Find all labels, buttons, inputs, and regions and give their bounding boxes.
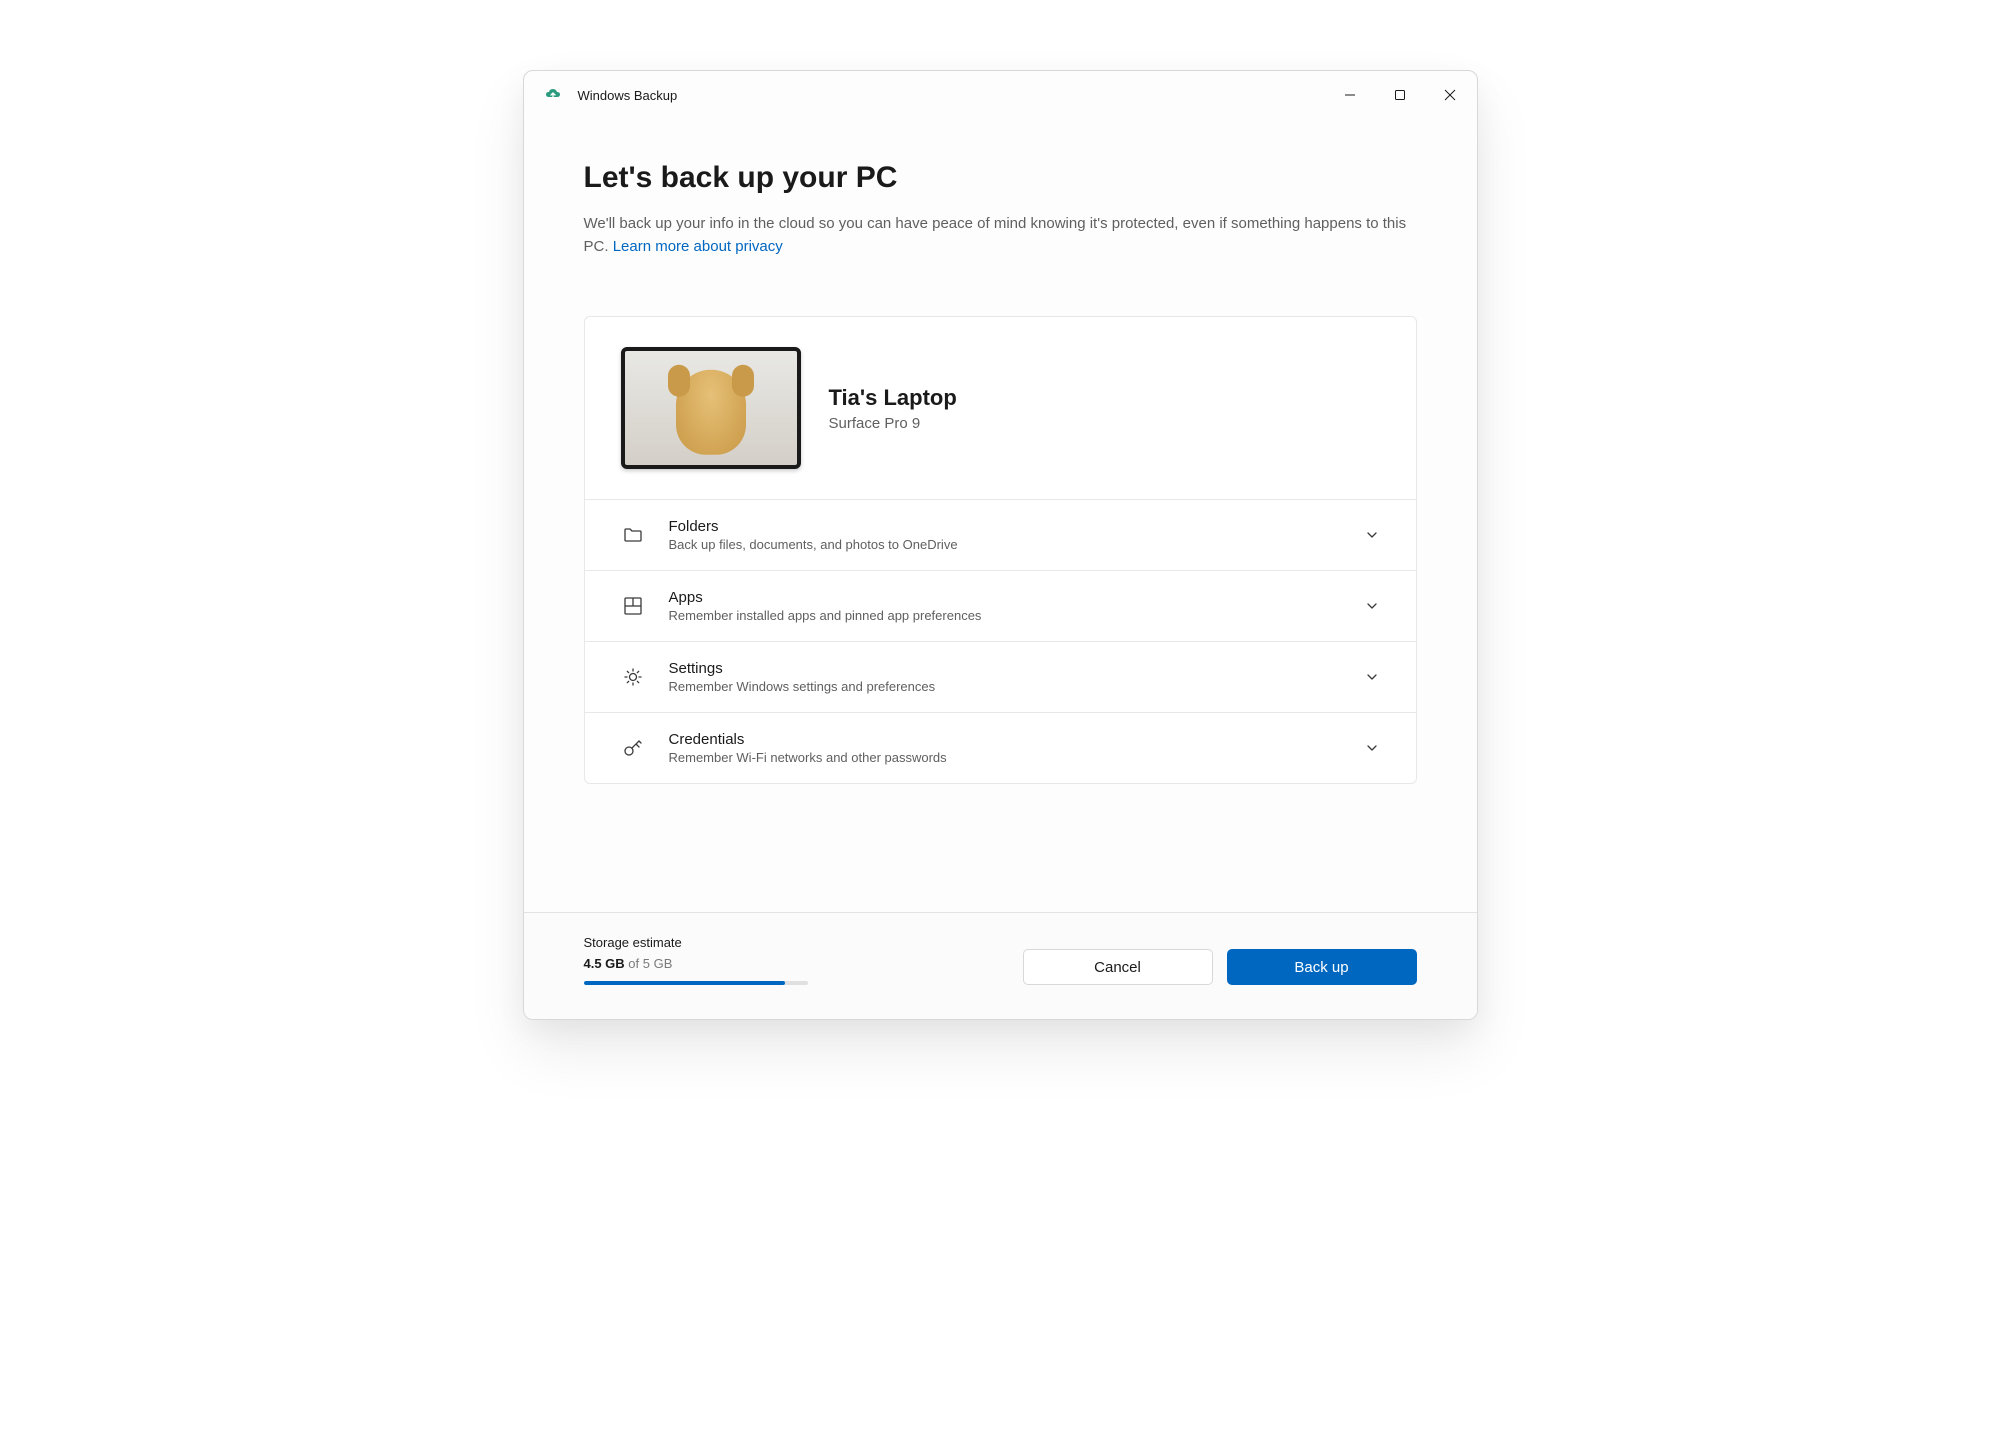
backup-button[interactable]: Back up xyxy=(1227,949,1417,985)
folder-icon xyxy=(621,523,645,547)
chevron-down-icon xyxy=(1364,527,1380,543)
device-thumbnail xyxy=(621,347,801,469)
storage-used: 4.5 GB xyxy=(584,956,625,971)
device-header: Tia's Laptop Surface Pro 9 xyxy=(585,317,1416,499)
window-controls xyxy=(1325,71,1475,119)
section-desc: Remember Wi-Fi networks and other passwo… xyxy=(669,750,1340,765)
storage-label: Storage estimate xyxy=(584,935,808,950)
section-apps[interactable]: Apps Remember installed apps and pinned … xyxy=(585,570,1416,641)
gear-icon xyxy=(621,665,645,689)
storage-section: Storage estimate 4.5 GB of 5 GB xyxy=(584,935,808,985)
storage-value: 4.5 GB of 5 GB xyxy=(584,956,808,971)
page-subtext: We'll back up your info in the cloud so … xyxy=(584,213,1417,258)
minimize-icon xyxy=(1344,89,1356,101)
device-name: Tia's Laptop xyxy=(829,385,957,411)
cancel-button[interactable]: Cancel xyxy=(1023,949,1213,985)
device-model: Surface Pro 9 xyxy=(829,415,957,432)
device-info: Tia's Laptop Surface Pro 9 xyxy=(829,385,957,432)
section-text: Settings Remember Windows settings and p… xyxy=(669,660,1340,694)
minimize-button[interactable] xyxy=(1325,71,1375,119)
section-text: Folders Back up files, documents, and ph… xyxy=(669,518,1340,552)
storage-progress-fill xyxy=(584,981,786,985)
chevron-down-icon xyxy=(1364,598,1380,614)
app-title: Windows Backup xyxy=(578,88,678,103)
app-window: Windows Backup Let's back up you xyxy=(523,70,1478,1020)
section-text: Credentials Remember Wi-Fi networks and … xyxy=(669,731,1340,765)
key-icon xyxy=(621,736,645,760)
maximize-button[interactable] xyxy=(1375,71,1425,119)
section-credentials[interactable]: Credentials Remember Wi-Fi networks and … xyxy=(585,712,1416,783)
section-title: Credentials xyxy=(669,731,1340,748)
section-title: Apps xyxy=(669,589,1340,606)
close-button[interactable] xyxy=(1425,71,1475,119)
section-desc: Remember Windows settings and preference… xyxy=(669,679,1340,694)
storage-total: of 5 GB xyxy=(625,956,673,971)
section-desc: Remember installed apps and pinned app p… xyxy=(669,608,1340,623)
chevron-down-icon xyxy=(1364,740,1380,756)
titlebar-left: Windows Backup xyxy=(544,85,678,105)
section-desc: Back up files, documents, and photos to … xyxy=(669,537,1340,552)
titlebar: Windows Backup xyxy=(524,71,1477,119)
section-text: Apps Remember installed apps and pinned … xyxy=(669,589,1340,623)
privacy-link[interactable]: Learn more about privacy xyxy=(613,238,783,255)
footer-buttons: Cancel Back up xyxy=(1023,949,1417,985)
app-cloud-icon xyxy=(544,85,564,105)
section-title: Folders xyxy=(669,518,1340,535)
section-folders[interactable]: Folders Back up files, documents, and ph… xyxy=(585,499,1416,570)
page-heading: Let's back up your PC xyxy=(584,161,1417,195)
maximize-icon xyxy=(1394,89,1406,101)
footer: Storage estimate 4.5 GB of 5 GB Cancel B… xyxy=(524,912,1477,1019)
device-card: Tia's Laptop Surface Pro 9 Folders Back … xyxy=(584,316,1417,784)
close-icon xyxy=(1444,89,1456,101)
storage-progress xyxy=(584,981,808,985)
chevron-down-icon xyxy=(1364,669,1380,685)
section-title: Settings xyxy=(669,660,1340,677)
section-settings[interactable]: Settings Remember Windows settings and p… xyxy=(585,641,1416,712)
content: Let's back up your PC We'll back up your… xyxy=(524,119,1477,814)
apps-icon xyxy=(621,594,645,618)
